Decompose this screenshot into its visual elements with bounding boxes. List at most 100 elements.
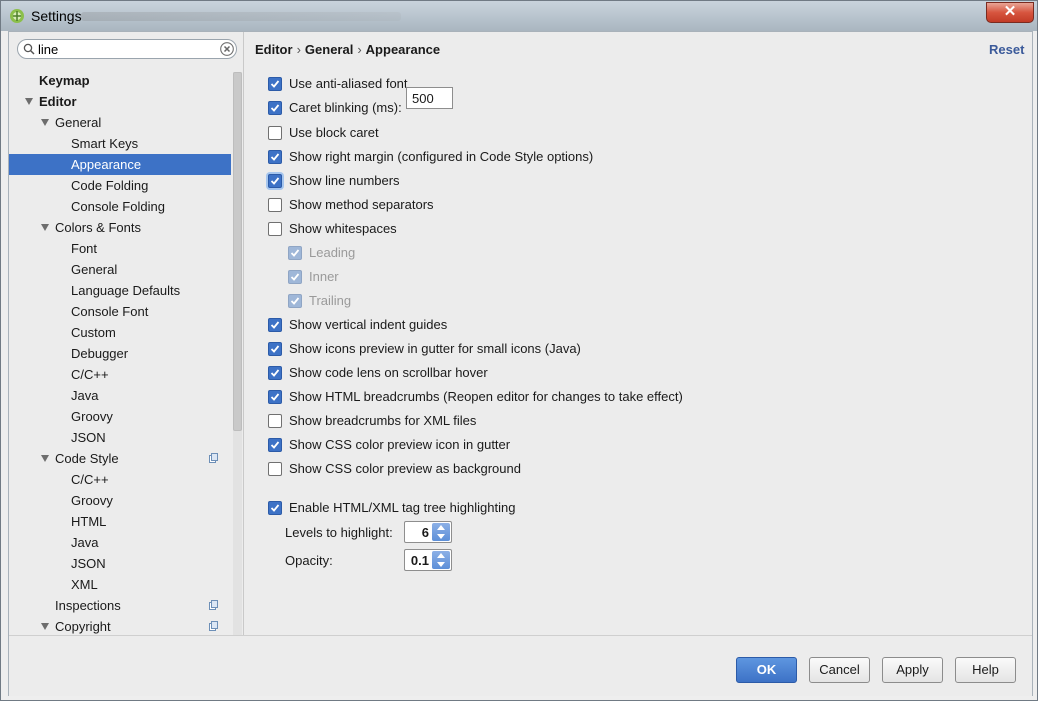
checkbox[interactable]	[268, 366, 282, 380]
project-settings-icon	[209, 621, 218, 631]
option-label: Inner	[309, 269, 339, 284]
checkbox[interactable]	[268, 222, 282, 236]
help-button[interactable]: Help	[955, 657, 1016, 683]
checkmark-icon	[290, 273, 300, 281]
tree-item-code-folding[interactable]: Code Folding	[9, 175, 231, 196]
checkmark-icon	[270, 177, 280, 185]
settings-panel: Editor › General › Appearance Reset Use anti…	[244, 32, 1032, 635]
tree-item-json[interactable]: JSON	[9, 427, 231, 448]
tree-item-groovy[interactable]: Groovy	[9, 406, 231, 427]
checkmark-icon	[270, 153, 280, 161]
checkbox[interactable]	[268, 174, 282, 188]
tree-item-label: XML	[71, 577, 98, 592]
checkbox[interactable]	[268, 390, 282, 404]
tree-item-copyright[interactable]: Copyright	[9, 616, 231, 637]
spinner-down-icon[interactable]	[437, 534, 445, 539]
checkbox[interactable]	[268, 462, 282, 476]
tree-item-c-c[interactable]: C/C++	[9, 364, 231, 385]
window-title: Settings	[31, 8, 82, 24]
breadcrumb-separator: ›	[296, 42, 301, 57]
tree-item-font[interactable]: Font	[9, 238, 231, 259]
tree-item-c-c[interactable]: C/C++	[9, 469, 231, 490]
opacity-stepper-arrows[interactable]	[432, 551, 450, 569]
sidebar-scroll-thumb[interactable]	[233, 72, 242, 431]
tree-item-label: Font	[71, 241, 98, 256]
expand-arrow-icon[interactable]	[41, 119, 49, 126]
tree-item-label: Groovy	[71, 409, 113, 424]
levels-stepper-arrows[interactable]	[432, 523, 450, 541]
spinner-up-icon[interactable]	[437, 525, 445, 530]
expand-arrow-icon[interactable]	[41, 224, 49, 231]
tree-item-label: Custom	[71, 325, 116, 340]
tree-item-code-style[interactable]: Code Style	[9, 448, 231, 469]
tree-item-html[interactable]: HTML	[9, 511, 231, 532]
cancel-button[interactable]: Cancel	[809, 657, 870, 683]
tree-item-console-font[interactable]: Console Font	[9, 301, 231, 322]
tree-item-general[interactable]: General	[9, 112, 231, 133]
option-label: Show CSS color preview as background	[289, 461, 521, 476]
checkmark-icon	[270, 321, 280, 329]
search-icon	[23, 43, 35, 55]
option-label: Show HTML breadcrumbs (Reopen editor for…	[289, 389, 683, 404]
tree-item-json[interactable]: JSON	[9, 553, 231, 574]
breadcrumb: Editor › General › Appearance	[255, 42, 440, 57]
tree-item-console-folding[interactable]: Console Folding	[9, 196, 231, 217]
checkbox[interactable]	[268, 150, 282, 164]
tree-item-general[interactable]: General	[9, 259, 231, 280]
tree-item-label: Keymap	[39, 73, 90, 88]
expand-arrow-icon[interactable]	[41, 455, 49, 462]
ok-button[interactable]: OK	[736, 657, 797, 683]
close-button[interactable]: ✕	[986, 2, 1034, 23]
checkmark-icon	[270, 369, 280, 377]
caret-blinking-field[interactable]: 500	[406, 87, 453, 109]
checkmark-icon	[290, 297, 300, 305]
clear-search-icon[interactable]	[220, 42, 234, 56]
tree-item-appearance[interactable]: Appearance	[9, 154, 231, 175]
tree-item-label: Copyright	[55, 619, 111, 634]
checkbox[interactable]	[268, 414, 282, 428]
project-settings-icon	[209, 600, 218, 610]
tree-item-label: HTML	[71, 514, 107, 529]
tree-item-keymap[interactable]: Keymap	[9, 70, 231, 91]
tree-item-groovy[interactable]: Groovy	[9, 490, 231, 511]
checkbox[interactable]	[268, 198, 282, 212]
levels-value: 6	[421, 525, 429, 540]
title-bar[interactable]: Settings ✕	[1, 1, 1037, 31]
checkbox[interactable]	[268, 318, 282, 332]
tree-item-debugger[interactable]: Debugger	[9, 343, 231, 364]
tree-item-xml[interactable]: XML	[9, 574, 231, 595]
checkmark-icon	[290, 249, 300, 257]
settings-tree: Keymap Editor General Smart Keys Appearance C…	[9, 70, 231, 637]
spinner-up-icon[interactable]	[437, 553, 445, 558]
search-input[interactable]	[38, 42, 208, 56]
opacity-spinner[interactable]: 0.1	[404, 549, 452, 571]
levels-label: Levels to highlight:	[285, 525, 393, 540]
tree-item-colors-fonts[interactable]: Colors & Fonts	[9, 217, 231, 238]
spinner-down-icon[interactable]	[437, 562, 445, 567]
checkbox[interactable]	[268, 101, 282, 115]
tree-item-language-defaults[interactable]: Language Defaults	[9, 280, 231, 301]
tree-item-smart-keys[interactable]: Smart Keys	[9, 133, 231, 154]
checkbox[interactable]	[268, 438, 282, 452]
checkbox[interactable]	[268, 126, 282, 140]
apply-button[interactable]: Apply	[882, 657, 943, 683]
reset-link[interactable]: Reset	[989, 42, 1024, 57]
sidebar-scrollbar[interactable]	[233, 72, 242, 635]
tree-item-custom[interactable]: Custom	[9, 322, 231, 343]
tree-item-label: Java	[71, 535, 99, 550]
tree-item-editor[interactable]: Editor	[9, 91, 231, 112]
levels-spinner[interactable]: 6	[404, 521, 452, 543]
tree-item-label: C/C++	[71, 472, 109, 487]
tree-item-java[interactable]: Java	[9, 385, 231, 406]
android-studio-icon	[10, 9, 24, 23]
checkbox[interactable]	[268, 77, 282, 91]
expand-arrow-icon[interactable]	[25, 98, 33, 105]
tree-item-java[interactable]: Java	[9, 532, 231, 553]
tree-item-inspections[interactable]: Inspections	[9, 595, 231, 616]
tree-item-label: JSON	[71, 430, 106, 445]
option-label: Show vertical indent guides	[289, 317, 448, 332]
checkbox[interactable]	[268, 501, 282, 515]
settings-search[interactable]	[17, 39, 237, 59]
expand-arrow-icon[interactable]	[41, 623, 49, 630]
checkbox[interactable]	[268, 342, 282, 356]
